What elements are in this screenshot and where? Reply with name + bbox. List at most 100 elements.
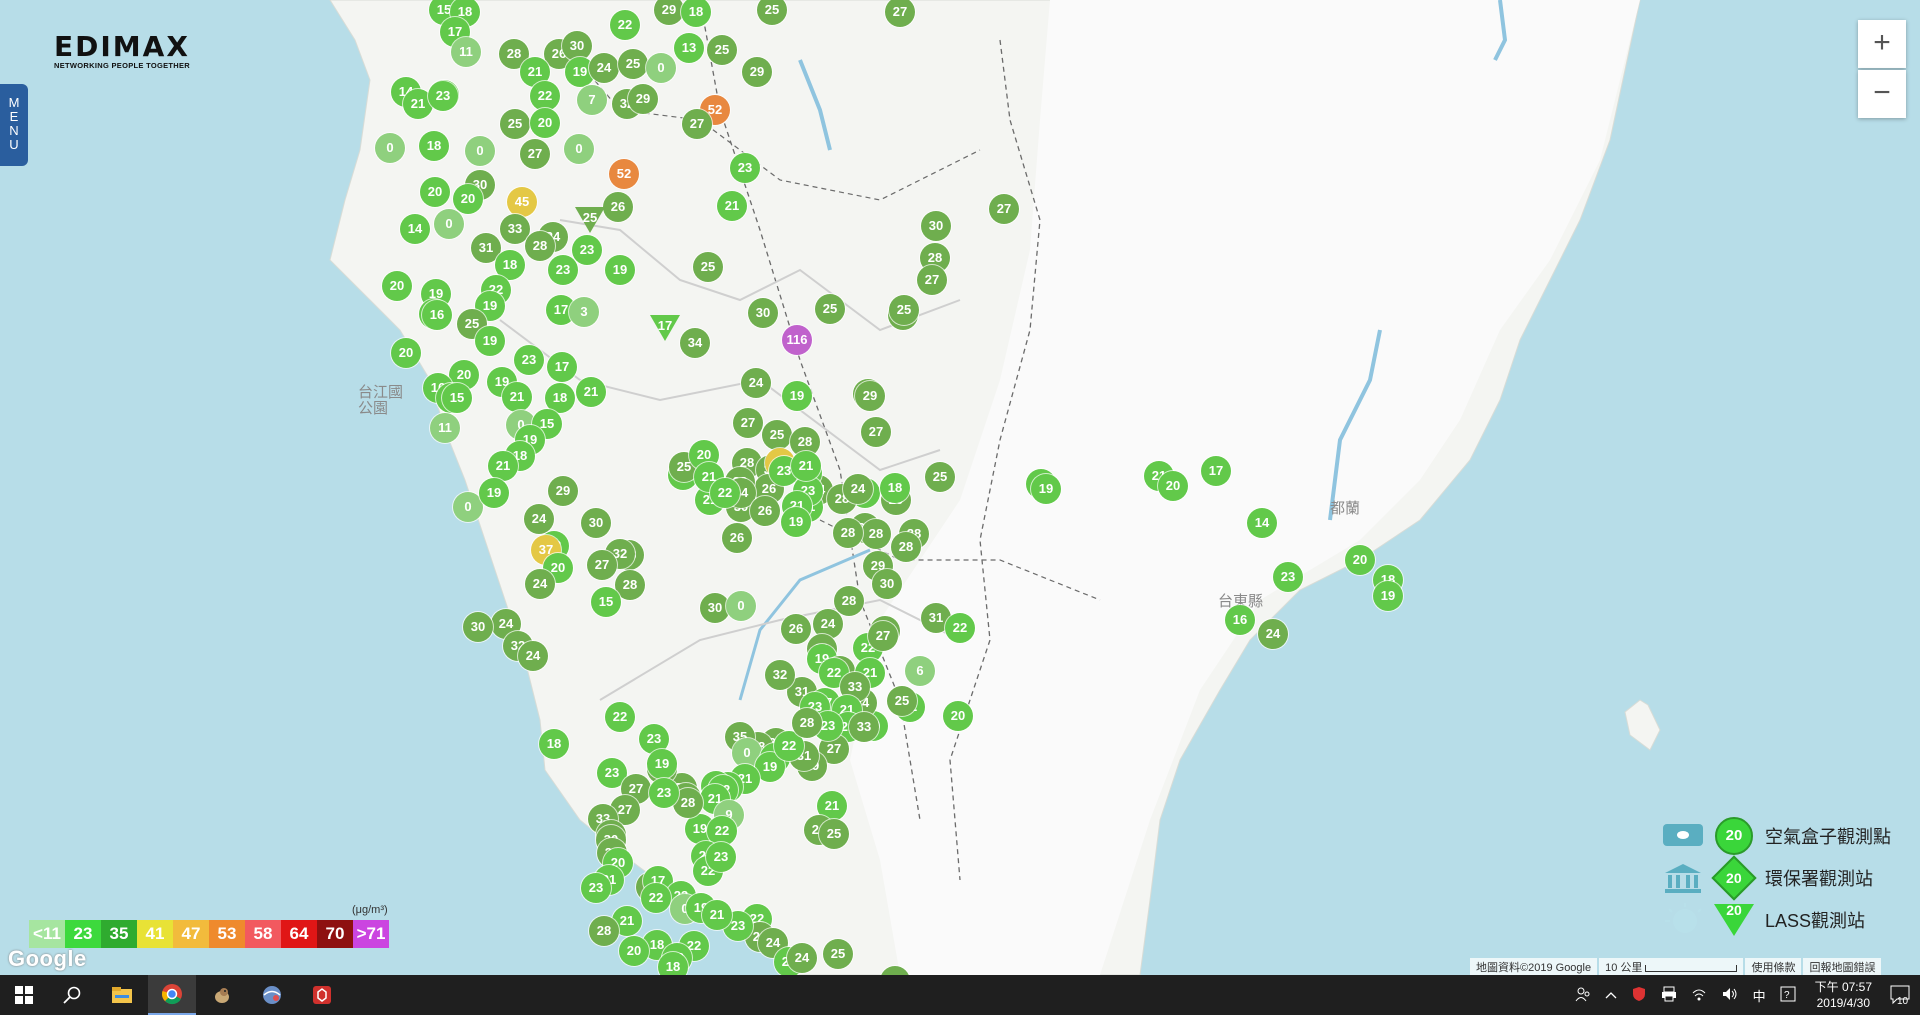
- zoom-in-button[interactable]: +: [1858, 20, 1906, 68]
- airbox-marker[interactable]: 18: [539, 729, 569, 759]
- airbox-marker[interactable]: 22: [610, 10, 640, 40]
- airbox-marker[interactable]: 30: [463, 612, 493, 642]
- airbox-marker[interactable]: 27: [917, 265, 947, 295]
- zoom-out-button[interactable]: −: [1858, 70, 1906, 118]
- airbox-marker[interactable]: 19: [605, 255, 635, 285]
- airbox-marker[interactable]: 22: [641, 883, 671, 913]
- windows-start-icon[interactable]: [0, 975, 48, 1015]
- airbox-marker[interactable]: 0: [434, 209, 464, 239]
- airbox-marker[interactable]: 26: [722, 523, 752, 553]
- airbox-marker[interactable]: 17: [1201, 456, 1231, 486]
- airbox-marker[interactable]: 23: [649, 778, 679, 808]
- airbox-marker[interactable]: 27: [861, 417, 891, 447]
- airbox-marker[interactable]: 29: [628, 84, 658, 114]
- menu-tab[interactable]: MENU: [0, 84, 28, 166]
- airbox-marker[interactable]: 28: [589, 916, 619, 946]
- airbox-marker[interactable]: 3: [569, 297, 599, 327]
- airbox-marker[interactable]: 33: [849, 712, 879, 742]
- airbox-marker[interactable]: 24: [741, 368, 771, 398]
- airbox-marker[interactable]: 6: [905, 656, 935, 686]
- airbox-marker[interactable]: 25: [762, 420, 792, 450]
- airbox-marker[interactable]: 27: [989, 194, 1019, 224]
- airbox-marker[interactable]: 15: [442, 383, 472, 413]
- airbox-marker[interactable]: 7: [577, 85, 607, 115]
- airbox-marker[interactable]: 29: [548, 476, 578, 506]
- airbox-marker[interactable]: 13: [674, 33, 704, 63]
- report-map-error-link[interactable]: 回報地圖錯誤: [1803, 958, 1882, 975]
- airbox-marker[interactable]: 11: [430, 413, 460, 443]
- map-view[interactable]: 台江國公園都蘭台東縣 15181711023222918252728263019…: [0, 0, 1920, 975]
- airbox-marker[interactable]: 23: [514, 345, 544, 375]
- airbox-marker[interactable]: 0: [646, 53, 676, 83]
- airbox-marker[interactable]: 27: [868, 621, 898, 651]
- airbox-marker[interactable]: 20: [453, 184, 483, 214]
- airbox-marker[interactable]: 0: [465, 136, 495, 166]
- airbox-marker[interactable]: 20: [382, 271, 412, 301]
- airbox-marker[interactable]: 21: [488, 451, 518, 481]
- airbox-marker[interactable]: 22: [605, 702, 635, 732]
- airbox-marker[interactable]: 28: [833, 518, 863, 548]
- lass-triangle-marker[interactable]: 17: [650, 315, 680, 345]
- airbox-marker[interactable]: 24: [525, 569, 555, 599]
- airbox-marker[interactable]: 26: [603, 192, 633, 222]
- people-icon[interactable]: [1575, 986, 1591, 1005]
- airbox-marker[interactable]: 25: [707, 35, 737, 65]
- airbox-marker[interactable]: 25: [889, 295, 919, 325]
- airbox-marker[interactable]: 25: [887, 686, 917, 716]
- web-app-icon[interactable]: [248, 975, 296, 1015]
- airbox-marker[interactable]: 22: [710, 478, 740, 508]
- airbox-marker[interactable]: 19: [479, 478, 509, 508]
- airbox-marker[interactable]: 14: [400, 214, 430, 244]
- airbox-marker[interactable]: 17: [547, 352, 577, 382]
- google-logo[interactable]: Google: [8, 946, 87, 972]
- airbox-marker[interactable]: 25: [693, 252, 723, 282]
- lass-triangle-marker[interactable]: 25: [575, 207, 605, 237]
- airbox-marker[interactable]: 19: [1031, 474, 1061, 504]
- airbox-marker[interactable]: 25: [815, 294, 845, 324]
- airbox-marker[interactable]: 21: [502, 382, 532, 412]
- airbox-marker[interactable]: 24: [843, 474, 873, 504]
- airbox-marker[interactable]: 30: [921, 211, 951, 241]
- airbox-marker[interactable]: 20: [1158, 471, 1188, 501]
- airbox-marker[interactable]: 30: [872, 569, 902, 599]
- airbox-marker[interactable]: 23: [572, 235, 602, 265]
- airbox-marker[interactable]: 30: [748, 298, 778, 328]
- airbox-marker[interactable]: 0: [375, 133, 405, 163]
- sketchup-app-icon[interactable]: [298, 975, 346, 1015]
- airbox-marker[interactable]: 25: [618, 49, 648, 79]
- airbox-marker[interactable]: 27: [682, 109, 712, 139]
- airbox-marker[interactable]: 23: [1273, 562, 1303, 592]
- file-explorer-icon[interactable]: [98, 975, 146, 1015]
- airbox-marker[interactable]: 20: [619, 936, 649, 966]
- airbox-marker[interactable]: 0: [564, 134, 594, 164]
- airbox-marker[interactable]: 25: [819, 819, 849, 849]
- airbox-marker[interactable]: 28: [792, 708, 822, 738]
- airbox-marker[interactable]: 29: [855, 381, 885, 411]
- airbox-marker[interactable]: 15: [591, 587, 621, 617]
- airbox-marker[interactable]: 21: [576, 377, 606, 407]
- airbox-marker[interactable]: 32: [765, 660, 795, 690]
- airbox-marker[interactable]: 20: [943, 701, 973, 731]
- airbox-marker[interactable]: 0: [726, 591, 756, 621]
- airbox-marker[interactable]: 23: [581, 873, 611, 903]
- airbox-marker[interactable]: 52: [609, 159, 639, 189]
- airbox-marker[interactable]: 22: [530, 81, 560, 111]
- airbox-marker[interactable]: 19: [781, 507, 811, 537]
- airbox-marker[interactable]: 16: [1225, 605, 1255, 635]
- airbox-marker[interactable]: 45: [507, 187, 537, 217]
- airbox-marker[interactable]: 21: [791, 451, 821, 481]
- airbox-marker[interactable]: 18: [419, 131, 449, 161]
- airbox-marker[interactable]: 21: [717, 191, 747, 221]
- airbox-marker[interactable]: 25: [500, 109, 530, 139]
- airbox-marker[interactable]: 24: [518, 641, 548, 671]
- airbox-marker[interactable]: 26: [750, 496, 780, 526]
- airbox-marker[interactable]: 27: [587, 550, 617, 580]
- airbox-marker[interactable]: 20: [530, 108, 560, 138]
- airbox-marker[interactable]: 11: [451, 37, 481, 67]
- edimax-logo[interactable]: EDIMAX NETWORKING PEOPLE TOGETHER: [54, 30, 190, 70]
- airbox-marker[interactable]: 23: [730, 153, 760, 183]
- airbox-marker[interactable]: 34: [680, 328, 710, 358]
- airbox-marker[interactable]: 19: [647, 749, 677, 779]
- airbox-marker[interactable]: 14: [1247, 508, 1277, 538]
- airbox-marker[interactable]: 24: [524, 504, 554, 534]
